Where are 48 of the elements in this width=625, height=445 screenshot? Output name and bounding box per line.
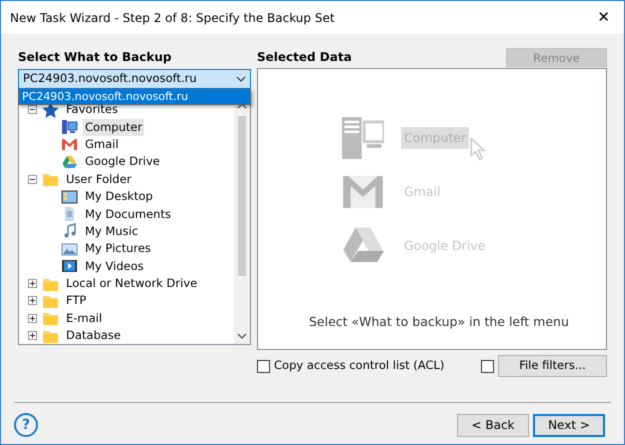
tree-item[interactable]: My Desktop (83, 188, 155, 206)
tree-item[interactable]: Google Drive (83, 153, 162, 170)
collapse-icon[interactable] (28, 105, 37, 114)
tree-item[interactable]: Database (64, 327, 123, 344)
tree-item[interactable]: My Pictures (83, 240, 153, 258)
example-label: Gmail (403, 182, 442, 201)
expand-icon[interactable] (28, 296, 37, 306)
folder-icon (42, 171, 59, 188)
tree-item[interactable]: Favorites (64, 101, 120, 118)
chevron-down-icon (236, 76, 246, 82)
scroll-thumb[interactable] (238, 116, 246, 276)
checkbox[interactable] (481, 360, 494, 372)
example-label: Google Drive (403, 236, 486, 255)
back-button[interactable]: < Back (457, 414, 529, 436)
computer-icon (342, 117, 384, 159)
drive-icon (61, 154, 78, 170)
mail-icon (61, 136, 78, 152)
folder-icon (42, 310, 59, 326)
file-filters-button[interactable]: File filters... (498, 355, 607, 377)
checkbox-label: Copy access control list (ACL) (274, 357, 444, 374)
picture-icon (61, 240, 78, 257)
cursor-icon (470, 137, 488, 161)
tree-item[interactable]: Computer (83, 118, 144, 136)
hint-text: Select «What to backup» in the left menu (309, 313, 570, 331)
source-dropdown[interactable]: PC24903.novosoft.novosoft.ru (18, 69, 251, 89)
tree-item[interactable]: My Videos (83, 258, 146, 275)
tree-item[interactable]: FTP (64, 292, 88, 310)
dropdown-option[interactable]: PC24903.novosoft.novosoft.ru (19, 90, 250, 104)
close-button[interactable]: ✕ (593, 10, 614, 25)
collapse-icon[interactable] (28, 174, 37, 184)
checkbox[interactable] (257, 360, 270, 372)
expand-icon[interactable] (28, 279, 37, 288)
window-title: New Task Wizard - Step 2 of 8: Specify the Backup Set (10, 10, 335, 26)
tree-item[interactable]: E-mail (64, 310, 104, 327)
expand-icon[interactable] (28, 331, 37, 340)
video-icon (61, 258, 78, 274)
section-heading: Select What to Backup (18, 49, 172, 66)
tree-item[interactable]: Gmail (83, 136, 121, 153)
tree-item[interactable]: My Music (83, 222, 140, 240)
desktop-icon (61, 188, 78, 205)
help-icon[interactable]: ? (14, 413, 38, 437)
expand-icon[interactable] (28, 314, 37, 323)
computer-icon (61, 119, 78, 136)
next-button[interactable]: Next > (533, 414, 605, 436)
tree-item[interactable]: User Folder (64, 170, 134, 188)
section-heading: Selected Data (257, 49, 352, 66)
tree-item[interactable]: Local or Network Drive (64, 275, 200, 292)
tree-item[interactable]: My Documents (83, 206, 173, 223)
